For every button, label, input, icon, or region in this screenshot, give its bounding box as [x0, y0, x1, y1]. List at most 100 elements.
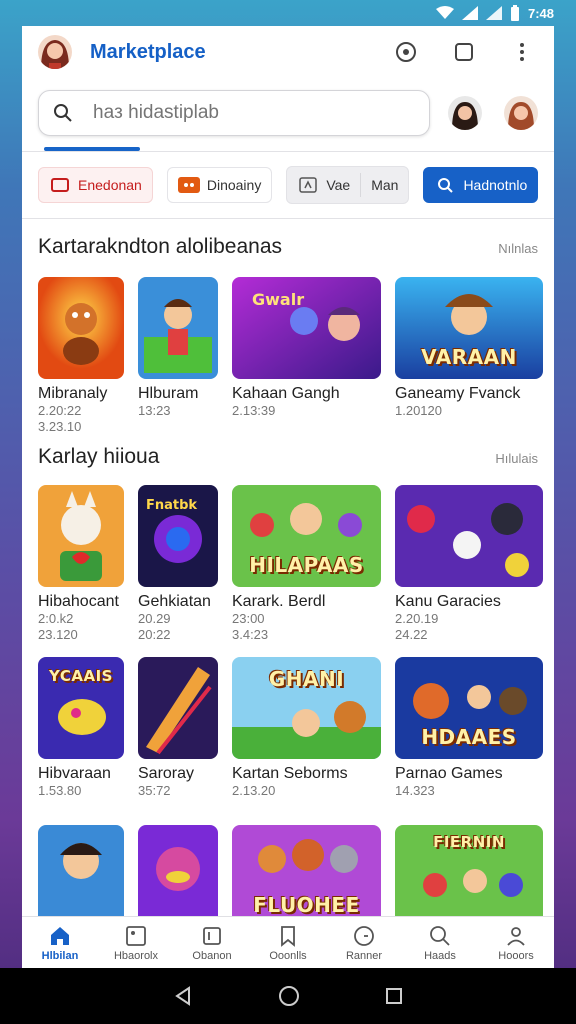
game-meta: 2.20:22	[38, 403, 82, 418]
game-meta: 2:0.k2	[38, 611, 74, 626]
avatar-user-2[interactable]	[504, 96, 538, 130]
media-icon	[126, 925, 146, 946]
game-row: Mibranaly 2.20:22 3.23.10 Hlburam 13:23 …	[22, 277, 554, 435]
nav-label: Haads	[424, 949, 456, 962]
game-card[interactable]	[138, 825, 218, 927]
filter-chips: Enedonan Dinoainy Vae Man Hadnotnlo	[22, 152, 554, 218]
game-thumbnail: Gwalr	[232, 277, 381, 379]
avatar[interactable]	[38, 35, 72, 69]
game-thumbnail	[38, 825, 124, 927]
nav-label: Hlbilan	[41, 949, 79, 962]
game-card[interactable]: FIERNIN	[395, 825, 543, 927]
game-meta: 2.13:39	[232, 403, 276, 418]
game-thumbnail: HILAPAAS	[232, 485, 381, 587]
game-meta: 3.23.10	[38, 419, 82, 434]
square-icon[interactable]	[452, 40, 476, 64]
nav-item-profile[interactable]: Hooors	[481, 917, 551, 968]
game-thumbnail	[38, 485, 124, 587]
chip-man[interactable]: Man	[361, 167, 408, 203]
game-thumbnail: FIERNIN	[395, 825, 543, 927]
chip-label: Vae	[326, 177, 351, 193]
search-input[interactable]	[93, 102, 393, 124]
thumbnail-title: HDAAES	[421, 725, 517, 749]
game-card[interactable]: Mibranaly 2.20:22 3.23.10	[38, 277, 124, 435]
game-meta: 35:72	[138, 783, 171, 798]
game-card[interactable]: Fnatbk Gehkiatan 20.29 20:22	[138, 485, 218, 643]
more-vert-icon[interactable]	[510, 40, 534, 64]
thumbnail-title: HILAPAAS	[249, 553, 364, 577]
game-meta: 13:23	[138, 403, 171, 418]
game-meta: 23:00	[232, 611, 265, 626]
chip-label: Dinoainy	[206, 177, 262, 193]
chip-hadnotnlo[interactable]: Hadnotnlo	[423, 167, 539, 203]
chip-vae[interactable]: Vae	[287, 167, 360, 203]
back-icon[interactable]	[173, 986, 193, 1006]
game-name: Kanu Garacies	[395, 593, 501, 610]
game-name: Hibahocant	[38, 593, 119, 610]
avatar-user-1[interactable]	[448, 96, 482, 130]
signal-icon-2	[485, 6, 502, 20]
game-card[interactable]	[38, 825, 124, 927]
search-icon	[54, 104, 72, 122]
top-bar: Marketplace	[22, 26, 554, 78]
game-card[interactable]: Hibahocant 2:0.k2 23.120	[38, 485, 124, 643]
recents-icon[interactable]	[385, 987, 403, 1005]
nav-item-home[interactable]: Hlbilan	[25, 917, 95, 968]
status-time: 7:48	[527, 5, 554, 21]
nav-item-bookmarks[interactable]: Ooonlls	[253, 917, 323, 968]
chip-dinoainy[interactable]: Dinoainy	[166, 167, 273, 203]
game-card[interactable]: Saroray 35:72	[138, 657, 218, 799]
game-icon	[177, 177, 200, 193]
game-card[interactable]: HILAPAAS Karark. Berdl 23:00 3.4:23	[232, 485, 381, 643]
game-row: Hibahocant 2:0.k2 23.120 Fnatbk Gehkiata…	[22, 485, 554, 643]
game-card[interactable]: YCAAIS Hibvaraan 1.53.80	[38, 657, 124, 799]
game-name: Parnao Games	[395, 765, 503, 782]
game-meta: 1.20120	[395, 403, 442, 418]
section-title: Karlay hiioua	[38, 445, 160, 468]
nav-item-media[interactable]: Hbaorolx	[101, 917, 171, 968]
home-icon	[51, 926, 69, 945]
search-box[interactable]	[38, 90, 430, 136]
nav-item-clock[interactable]: Ranner	[329, 917, 399, 968]
signal-icon	[461, 6, 478, 20]
game-meta: 20:22	[138, 627, 171, 642]
bottom-navigation: Hlbilan Hbaorolx Obanon Ooonlls Ranner H…	[22, 916, 554, 968]
nav-label: Ooonlls	[269, 949, 307, 962]
chip-label: Hadnotnlo	[463, 177, 528, 193]
section-header: Kartarakndton alolibeanas Nılnlas	[22, 235, 554, 259]
game-card[interactable]: HDAAES Parnao Games 14.323	[395, 657, 543, 799]
library-icon	[203, 926, 221, 945]
thumbnail-title: YCAAIS	[49, 667, 113, 685]
game-card[interactable]: GHANI Kartan Seborms 2.13.20	[232, 657, 381, 799]
game-thumbnail: FLUOHEE	[232, 825, 381, 927]
game-thumbnail	[395, 485, 543, 587]
system-nav-bar	[0, 968, 576, 1024]
game-name: Mibranaly	[38, 385, 108, 402]
game-row: YCAAIS Hibvaraan 1.53.80 Saroray 35:72 G…	[22, 657, 554, 799]
game-card[interactable]: FLUOHEE	[232, 825, 381, 927]
nav-label: Obanon	[192, 949, 232, 962]
chip-group: Vae Man	[286, 166, 410, 204]
game-card[interactable]: Kanu Garacies 2.20.19 24.22	[395, 485, 543, 643]
see-all-link[interactable]: Hılulais	[495, 451, 538, 466]
game-card[interactable]: VARAAN Ganeamy Fvanck 1.20120	[395, 277, 543, 435]
game-name: Hibvaraan	[38, 765, 111, 782]
nav-item-library[interactable]: Obanon	[177, 917, 247, 968]
home-button-icon[interactable]	[278, 985, 300, 1007]
game-name: Karark. Berdl	[232, 593, 326, 610]
svg-text:Gwalr: Gwalr	[252, 290, 304, 309]
game-name: Hlburam	[138, 385, 199, 402]
divider	[22, 218, 554, 219]
game-meta: 23.120	[38, 627, 78, 642]
compass-icon[interactable]	[394, 40, 418, 64]
app-window: Marketplace haз hidastiplab Enedonan Din…	[22, 26, 554, 968]
nav-item-search[interactable]: Haads	[405, 917, 475, 968]
nav-label: Hooors	[498, 949, 534, 962]
see-all-link[interactable]: Nılnlas	[498, 241, 538, 256]
chip-enedonan[interactable]: Enedonan	[38, 167, 153, 203]
game-meta: 3.4:23	[232, 627, 269, 642]
game-thumbnail	[38, 277, 124, 379]
game-meta: 2.13.20	[232, 783, 276, 798]
game-card[interactable]: Gwalr Kahaan Gangh 2.13:39	[232, 277, 381, 435]
game-card[interactable]: Hlburam 13:23	[138, 277, 218, 435]
